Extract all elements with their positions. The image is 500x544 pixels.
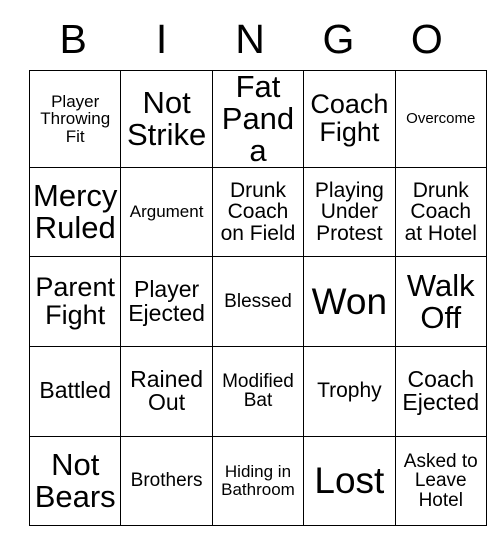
bingo-square-label: Walk Off [406, 267, 475, 335]
bingo-row: Mercy Ruled Argument Drunk Coach on Fiel… [28, 166, 487, 258]
bingo-square[interactable]: Trophy [303, 345, 396, 437]
bingo-square[interactable]: Player Ejected [120, 256, 213, 347]
bingo-square[interactable]: Overcome [394, 70, 487, 168]
bingo-square-label: Parent Fight [35, 271, 115, 330]
bingo-square-label: Rained Out [130, 365, 204, 416]
bingo-square[interactable]: Battled [28, 345, 122, 437]
bingo-square-label: Lost [314, 459, 385, 501]
bingo-square[interactable]: Player Throwing Fit [28, 70, 122, 168]
bingo-square[interactable]: Not Bears [28, 435, 122, 527]
bingo-square-label: Brothers [130, 470, 203, 492]
bingo-square-label: Blessed [224, 290, 292, 312]
bingo-row: Parent Fight Player Ejected Blessed Won … [28, 256, 487, 347]
bingo-square-label: Fat Panda [221, 70, 295, 168]
bingo-header-letter-b: B [59, 15, 87, 62]
bingo-square-label: Won [311, 280, 388, 322]
bingo-square[interactable]: Coach Fight [303, 70, 396, 168]
bingo-grid: Player Throwing Fit Not Strike Fat Panda… [28, 70, 487, 527]
bingo-square-label: Coach Fight [310, 89, 389, 147]
bingo-square-label: Drunk Coach at Hotel [404, 178, 477, 245]
bingo-square[interactable]: Modified Bat [211, 345, 305, 437]
bingo-header-letter-n: N [235, 15, 265, 62]
bingo-square[interactable]: Drunk Coach at Hotel [394, 166, 487, 258]
bingo-square-label: Playing Under Protest [314, 178, 384, 245]
bingo-square-label: Trophy [317, 379, 382, 403]
bingo-square[interactable]: Drunk Coach on Field [211, 166, 305, 258]
bingo-square-label: Mercy Ruled [33, 178, 118, 246]
bingo-square[interactable]: Not Strike [120, 70, 213, 168]
bingo-square-label: Not Bears [34, 446, 116, 514]
bingo-square-label: Hiding in Bathroom [221, 462, 295, 499]
bingo-header-letter-i: I [155, 15, 168, 62]
bingo-square-label: Asked to Leave Hotel [403, 450, 478, 511]
bingo-square[interactable]: Playing Under Protest [303, 166, 396, 258]
bingo-square[interactable]: Blessed [211, 256, 305, 347]
bingo-square-label: Not Strike [126, 84, 207, 152]
bingo-header-row: B I N G O [29, 8, 471, 70]
bingo-square-label: Coach Ejected [402, 365, 480, 416]
bingo-square[interactable]: Rained Out [120, 345, 213, 437]
bingo-square-label: Drunk Coach on Field [220, 178, 296, 245]
bingo-square-label: Battled [39, 377, 111, 404]
bingo-square-label: Player Ejected [128, 275, 205, 326]
bingo-square[interactable]: Fat Panda [211, 70, 305, 168]
bingo-square[interactable]: Won [303, 256, 396, 347]
bingo-header-letter-g: G [322, 15, 355, 62]
bingo-square-label: Argument [129, 202, 204, 222]
bingo-square[interactable]: Argument [120, 166, 213, 258]
bingo-row: Battled Rained Out Modified Bat Trophy C… [28, 345, 487, 437]
bingo-square-label: Player Throwing Fit [40, 91, 111, 146]
bingo-square[interactable]: Mercy Ruled [28, 166, 122, 258]
bingo-square[interactable]: Hiding in Bathroom [211, 435, 305, 527]
bingo-row: Not Bears Brothers Hiding in Bathroom Lo… [28, 435, 487, 527]
bingo-card: B I N G O Player Throwing Fit Not Strike… [28, 8, 487, 527]
bingo-row: Player Throwing Fit Not Strike Fat Panda… [28, 70, 487, 168]
bingo-square[interactable]: Walk Off [394, 256, 487, 347]
bingo-square[interactable]: Parent Fight [28, 256, 122, 347]
bingo-square[interactable]: Lost [303, 435, 396, 527]
bingo-header-letter-o: O [410, 15, 443, 62]
bingo-square-label: Overcome [406, 110, 476, 128]
bingo-square[interactable]: Asked to Leave Hotel [394, 435, 487, 527]
bingo-square[interactable]: Coach Ejected [394, 345, 487, 437]
bingo-square-label: Modified Bat [222, 370, 294, 412]
bingo-square[interactable]: Brothers [120, 435, 213, 527]
